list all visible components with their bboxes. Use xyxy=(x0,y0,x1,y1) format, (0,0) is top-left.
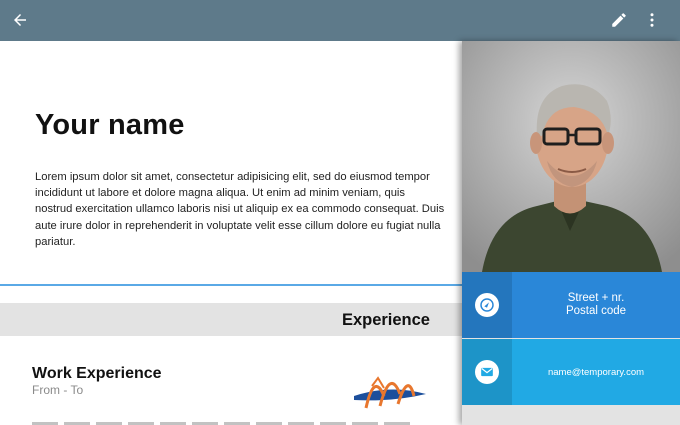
portrait-image xyxy=(462,41,680,272)
profile-bio: Lorem ipsum dolor sit amet, consectetur … xyxy=(35,171,445,248)
resume-page: Your name Lorem ipsum dolor sit amet, co… xyxy=(0,41,462,425)
more-options-button[interactable] xyxy=(640,8,664,32)
email-address: name@temporary.com xyxy=(547,366,645,378)
app-bar xyxy=(0,0,680,41)
company-logo-icon xyxy=(354,376,426,409)
address-line-1: Street + nr. xyxy=(567,292,625,304)
email-text-wrap: name@temporary.com xyxy=(512,339,680,405)
back-button[interactable] xyxy=(8,8,32,32)
contact-sidebar: Street + nr. Postal code name@temporary.… xyxy=(462,41,680,425)
address-text: Street + nr. Postal code xyxy=(512,272,680,338)
map-marker-icon xyxy=(480,298,494,312)
experience-title: Experience xyxy=(341,311,430,329)
experience-header: Experience xyxy=(0,303,462,336)
profile-name: Your name xyxy=(35,109,185,141)
address-icon-bg xyxy=(475,293,499,317)
profile-photo xyxy=(462,41,680,272)
edit-button[interactable] xyxy=(607,8,631,32)
arrow-back-icon xyxy=(14,14,26,26)
email-icon-bg xyxy=(475,360,499,384)
work-experience-title: Work Experience xyxy=(32,365,162,382)
address-line-2: Postal code xyxy=(565,305,627,317)
work-experience-dates: From - To xyxy=(32,383,84,397)
email-row[interactable]: name@temporary.com xyxy=(462,339,680,405)
email-icon-cell xyxy=(462,339,512,405)
envelope-icon xyxy=(481,367,493,377)
section-divider xyxy=(0,284,462,286)
address-icon-cell xyxy=(462,272,512,338)
pencil-icon xyxy=(612,13,626,27)
address-row[interactable]: Street + nr. Postal code xyxy=(462,272,680,338)
more-vert-icon xyxy=(650,13,654,27)
